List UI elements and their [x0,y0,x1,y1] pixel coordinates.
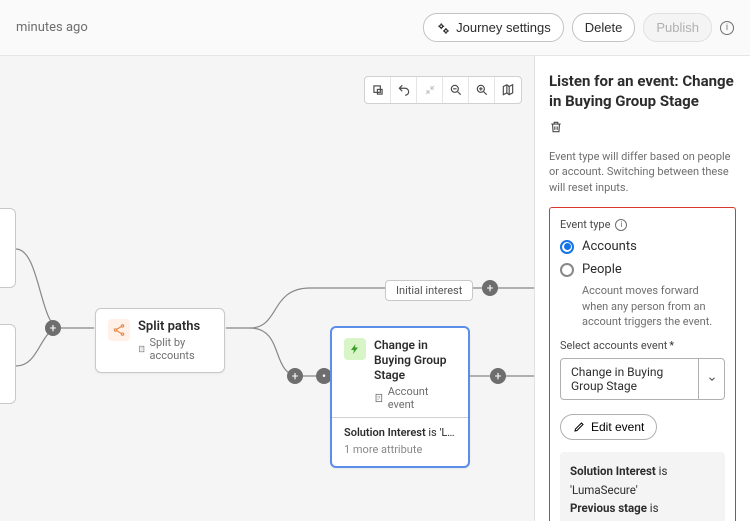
main-content: + + + • + Split paths Split by accounts [0,56,750,521]
split-node-title: Split paths [138,319,212,334]
more-attributes-text: 1 more attribute [344,443,456,456]
topbar: minutes ago Journey settings Delete Publ… [0,0,750,56]
screenshot-icon[interactable] [365,77,391,103]
split-paths-node[interactable]: Split paths Split by accounts [95,308,225,373]
map-icon[interactable] [495,77,521,103]
pencil-icon [573,421,585,433]
event-type-radio-group: Accounts People Account moves forward wh… [560,239,725,329]
path-pill-initial[interactable]: Initial interest [385,280,473,301]
add-node-button[interactable]: + [287,368,303,384]
event-node-title: Change in Buying Group Stage [374,338,456,383]
journey-settings-button[interactable]: Journey settings [423,13,564,42]
info-icon[interactable]: i [720,21,734,35]
panel-title: Listen for an event: Change in Buying Gr… [549,72,736,111]
accounts-event-select[interactable]: Change in Buying Group Stage [560,358,725,400]
event-type-label: Event type i [560,218,725,231]
canvas-toolbar [364,76,522,104]
add-node-button[interactable]: + [45,320,61,336]
last-modified-text: minutes ago [16,20,88,35]
select-event-label: Select accounts event* [560,339,725,352]
event-type-section: Event type i Accounts People Account mov… [549,207,736,521]
event-summary: Solution Interest is 'LumaSecure' Previo… [560,452,725,521]
undo-icon[interactable] [391,77,417,103]
publish-label: Publish [656,20,699,35]
building-icon [374,393,384,403]
event-node-subtitle: Account event [374,385,456,411]
collapse-icon[interactable] [417,77,443,103]
add-node-button[interactable]: + [490,368,506,384]
radio-unchecked-icon [560,263,574,277]
chevron-down-icon [698,359,724,399]
select-value: Change in Buying Group Stage [561,359,698,399]
offscreen-node[interactable] [0,324,16,404]
delete-button[interactable]: Delete [572,13,636,42]
add-node-button[interactable]: + [482,280,498,296]
publish-button: Publish [643,13,712,42]
offscreen-node[interactable] [0,208,16,288]
delete-label: Delete [585,20,623,35]
radio-accounts[interactable]: Accounts [560,239,725,254]
gears-icon [436,21,450,35]
edit-event-button[interactable]: Edit event [560,414,657,440]
event-bolt-icon [344,338,366,360]
zoom-in-icon[interactable] [469,77,495,103]
event-node-details: Solution Interest is 'LumaSec… 1 more at… [332,417,468,466]
radio-people[interactable]: People [560,262,725,277]
radio-checked-icon [560,240,574,254]
properties-panel: Listen for an event: Change in Buying Gr… [534,56,750,521]
event-node[interactable]: Change in Buying Group Stage Account eve… [330,326,470,468]
topbar-actions: Journey settings Delete Publish i [423,13,734,42]
building-icon [138,344,145,354]
split-icon [108,319,130,341]
split-node-subtitle: Split by accounts [138,336,212,362]
accounts-description: Account moves forward when any person fr… [582,283,725,329]
panel-hint: Event type will differ based on people o… [549,149,736,195]
info-icon[interactable]: i [615,219,627,231]
journey-canvas[interactable]: + + + • + Split paths Split by accounts [0,56,534,521]
zoom-out-icon[interactable] [443,77,469,103]
trash-icon[interactable] [549,119,563,135]
journey-settings-label: Journey settings [456,20,551,35]
